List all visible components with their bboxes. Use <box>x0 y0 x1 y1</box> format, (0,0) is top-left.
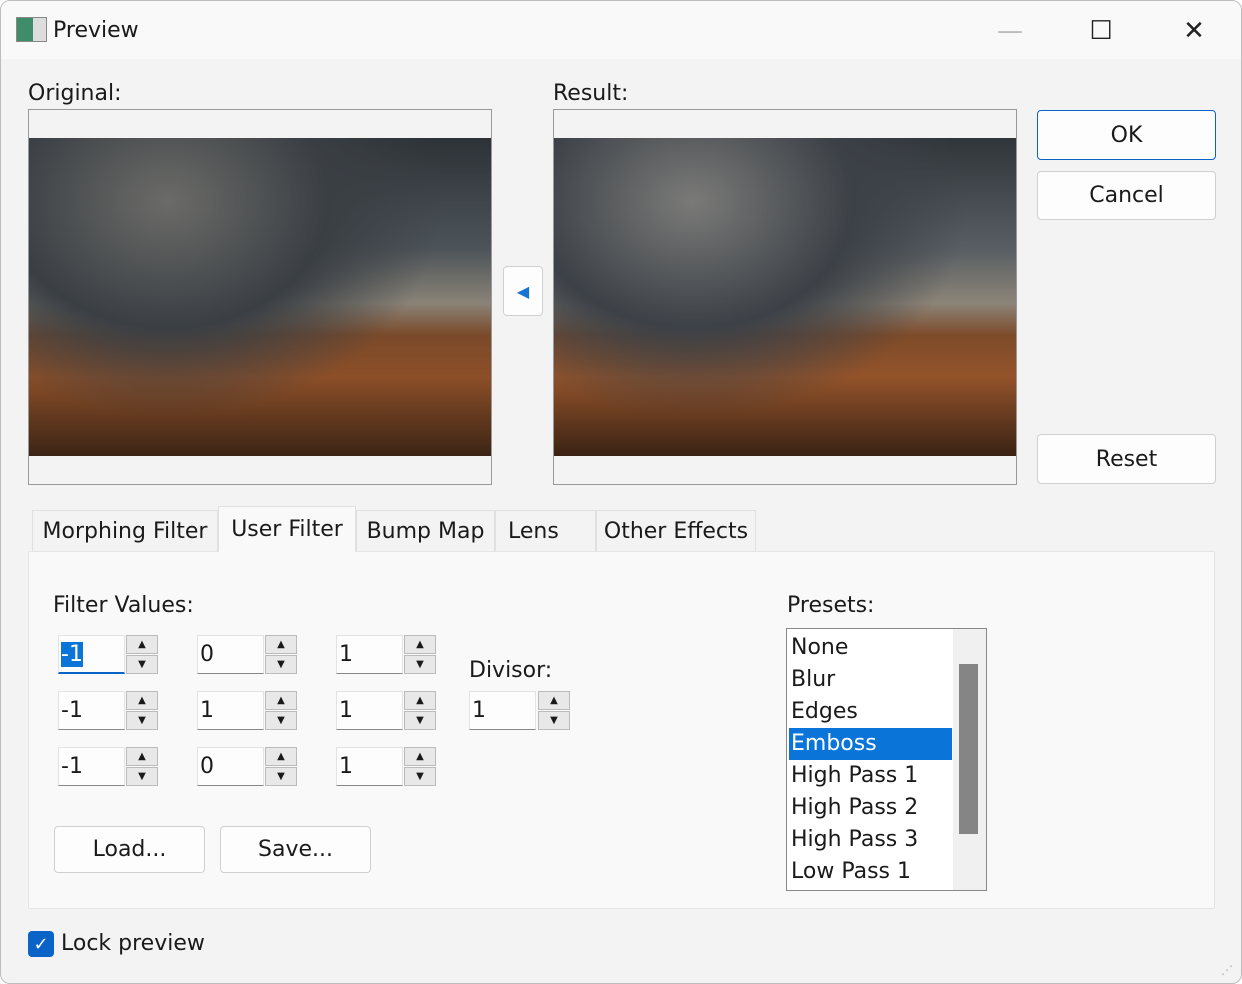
spin-up-icon[interactable]: ▲ <box>404 691 436 710</box>
preview-dialog: Preview — ☐ ✕ Original: Result: ◀ OK Can… <box>0 0 1242 984</box>
spin-up-icon[interactable]: ▲ <box>404 747 436 766</box>
spin-down-icon[interactable]: ▼ <box>538 711 570 730</box>
divisor-input[interactable]: 1 <box>469 691 536 730</box>
tab-morphing-filter[interactable]: Morphing Filter <box>32 510 218 552</box>
preset-item[interactable]: High Pass 2 <box>789 792 952 824</box>
filter-value-input[interactable]: 1 <box>197 691 264 730</box>
spin-down-icon[interactable]: ▼ <box>404 767 436 786</box>
spin-up-icon[interactable]: ▲ <box>126 635 158 654</box>
filter-value-spinner[interactable]: ▲ ▼ <box>404 691 436 730</box>
reset-button[interactable]: Reset <box>1037 434 1216 484</box>
filter-value-input[interactable]: 0 <box>197 747 264 786</box>
load-button[interactable]: Load... <box>54 826 205 873</box>
filter-value-input[interactable]: -1 <box>58 691 125 730</box>
app-icon <box>16 17 47 42</box>
spin-down-icon[interactable]: ▼ <box>404 655 436 674</box>
spin-down-icon[interactable]: ▼ <box>126 711 158 730</box>
preset-item[interactable]: High Pass 1 <box>789 760 952 792</box>
filter-value-input[interactable]: -1 <box>58 635 125 674</box>
cancel-button[interactable]: Cancel <box>1037 171 1216 220</box>
filter-value-input[interactable]: 1 <box>336 635 403 674</box>
preset-item[interactable]: High Pass 3 <box>789 824 952 856</box>
title-bar: Preview — ☐ ✕ <box>1 1 1241 59</box>
lock-preview-checkbox[interactable]: ✓ <box>28 931 54 957</box>
spin-up-icon[interactable]: ▲ <box>538 691 570 710</box>
filter-value-spinner[interactable]: ▲ ▼ <box>404 747 436 786</box>
spin-up-icon[interactable]: ▲ <box>404 635 436 654</box>
presets-listbox[interactable]: None Blur Edges Emboss High Pass 1 High Pass … <box>786 628 987 891</box>
spin-down-icon[interactable]: ▼ <box>265 767 297 786</box>
selected-text: -1 <box>61 642 83 667</box>
filter-value-spinner[interactable]: ▲ ▼ <box>126 691 158 730</box>
filter-value-spinner[interactable]: ▲ ▼ <box>126 747 158 786</box>
result-preview <box>553 109 1017 485</box>
filter-value-input[interactable]: 1 <box>336 747 403 786</box>
presets-scrollbar[interactable] <box>953 629 986 890</box>
filter-values-label: Filter Values: <box>53 593 194 618</box>
window-title: Preview <box>53 18 139 43</box>
ok-button[interactable]: OK <box>1037 110 1216 160</box>
filter-value-input[interactable]: -1 <box>58 747 125 786</box>
filter-value-input[interactable]: 1 <box>336 691 403 730</box>
spin-down-icon[interactable]: ▼ <box>126 767 158 786</box>
scrollbar-thumb[interactable] <box>959 664 978 834</box>
spin-down-icon[interactable]: ▼ <box>265 655 297 674</box>
result-label: Result: <box>553 81 629 106</box>
spin-up-icon[interactable]: ▲ <box>265 691 297 710</box>
filter-value-spinner[interactable]: ▲ ▼ <box>404 635 436 674</box>
filter-value-spinner[interactable]: ▲ ▼ <box>265 635 297 674</box>
checkmark-icon: ✓ <box>33 933 49 955</box>
preset-item[interactable]: None <box>789 632 952 664</box>
spin-down-icon[interactable]: ▼ <box>265 711 297 730</box>
spin-down-icon[interactable]: ▼ <box>404 711 436 730</box>
minimize-icon[interactable]: — <box>985 11 1035 51</box>
spin-up-icon[interactable]: ▲ <box>265 747 297 766</box>
tab-other-effects[interactable]: Other Effects <box>596 510 756 552</box>
resize-grip-icon[interactable]: ⋰ <box>1221 963 1233 977</box>
original-preview <box>28 109 492 485</box>
spin-up-icon[interactable]: ▲ <box>126 747 158 766</box>
filter-value-spinner[interactable]: ▲ ▼ <box>265 691 297 730</box>
maximize-icon[interactable]: ☐ <box>1076 11 1126 51</box>
copy-arrow-button[interactable]: ◀ <box>503 266 543 316</box>
divisor-spinner[interactable]: ▲ ▼ <box>538 691 570 730</box>
filter-value-input[interactable]: 0 <box>197 635 264 674</box>
lock-preview-label[interactable]: Lock preview <box>61 931 205 956</box>
tab-user-filter[interactable]: User Filter <box>218 506 356 552</box>
spin-down-icon[interactable]: ▼ <box>126 655 158 674</box>
original-image <box>29 138 491 456</box>
presets-label: Presets: <box>787 593 875 618</box>
spin-up-icon[interactable]: ▲ <box>126 691 158 710</box>
arrow-left-icon: ◀ <box>516 281 530 301</box>
tab-bump-map[interactable]: Bump Map <box>356 510 495 552</box>
divisor-label: Divisor: <box>469 658 553 683</box>
preset-item[interactable]: Low Pass 1 <box>789 856 952 888</box>
user-filter-panel <box>28 551 1215 909</box>
filter-value-spinner[interactable]: ▲ ▼ <box>265 747 297 786</box>
close-icon[interactable]: ✕ <box>1169 11 1219 51</box>
preset-item[interactable]: Blur <box>789 664 952 696</box>
spin-up-icon[interactable]: ▲ <box>265 635 297 654</box>
original-label: Original: <box>28 81 122 106</box>
save-button[interactable]: Save... <box>220 826 371 873</box>
result-image <box>554 138 1016 456</box>
tab-lens[interactable]: Lens <box>495 510 596 552</box>
preset-item[interactable]: Edges <box>789 696 952 728</box>
filter-value-spinner[interactable]: ▲ ▼ <box>126 635 158 674</box>
preset-item[interactable]: Emboss <box>789 728 952 760</box>
